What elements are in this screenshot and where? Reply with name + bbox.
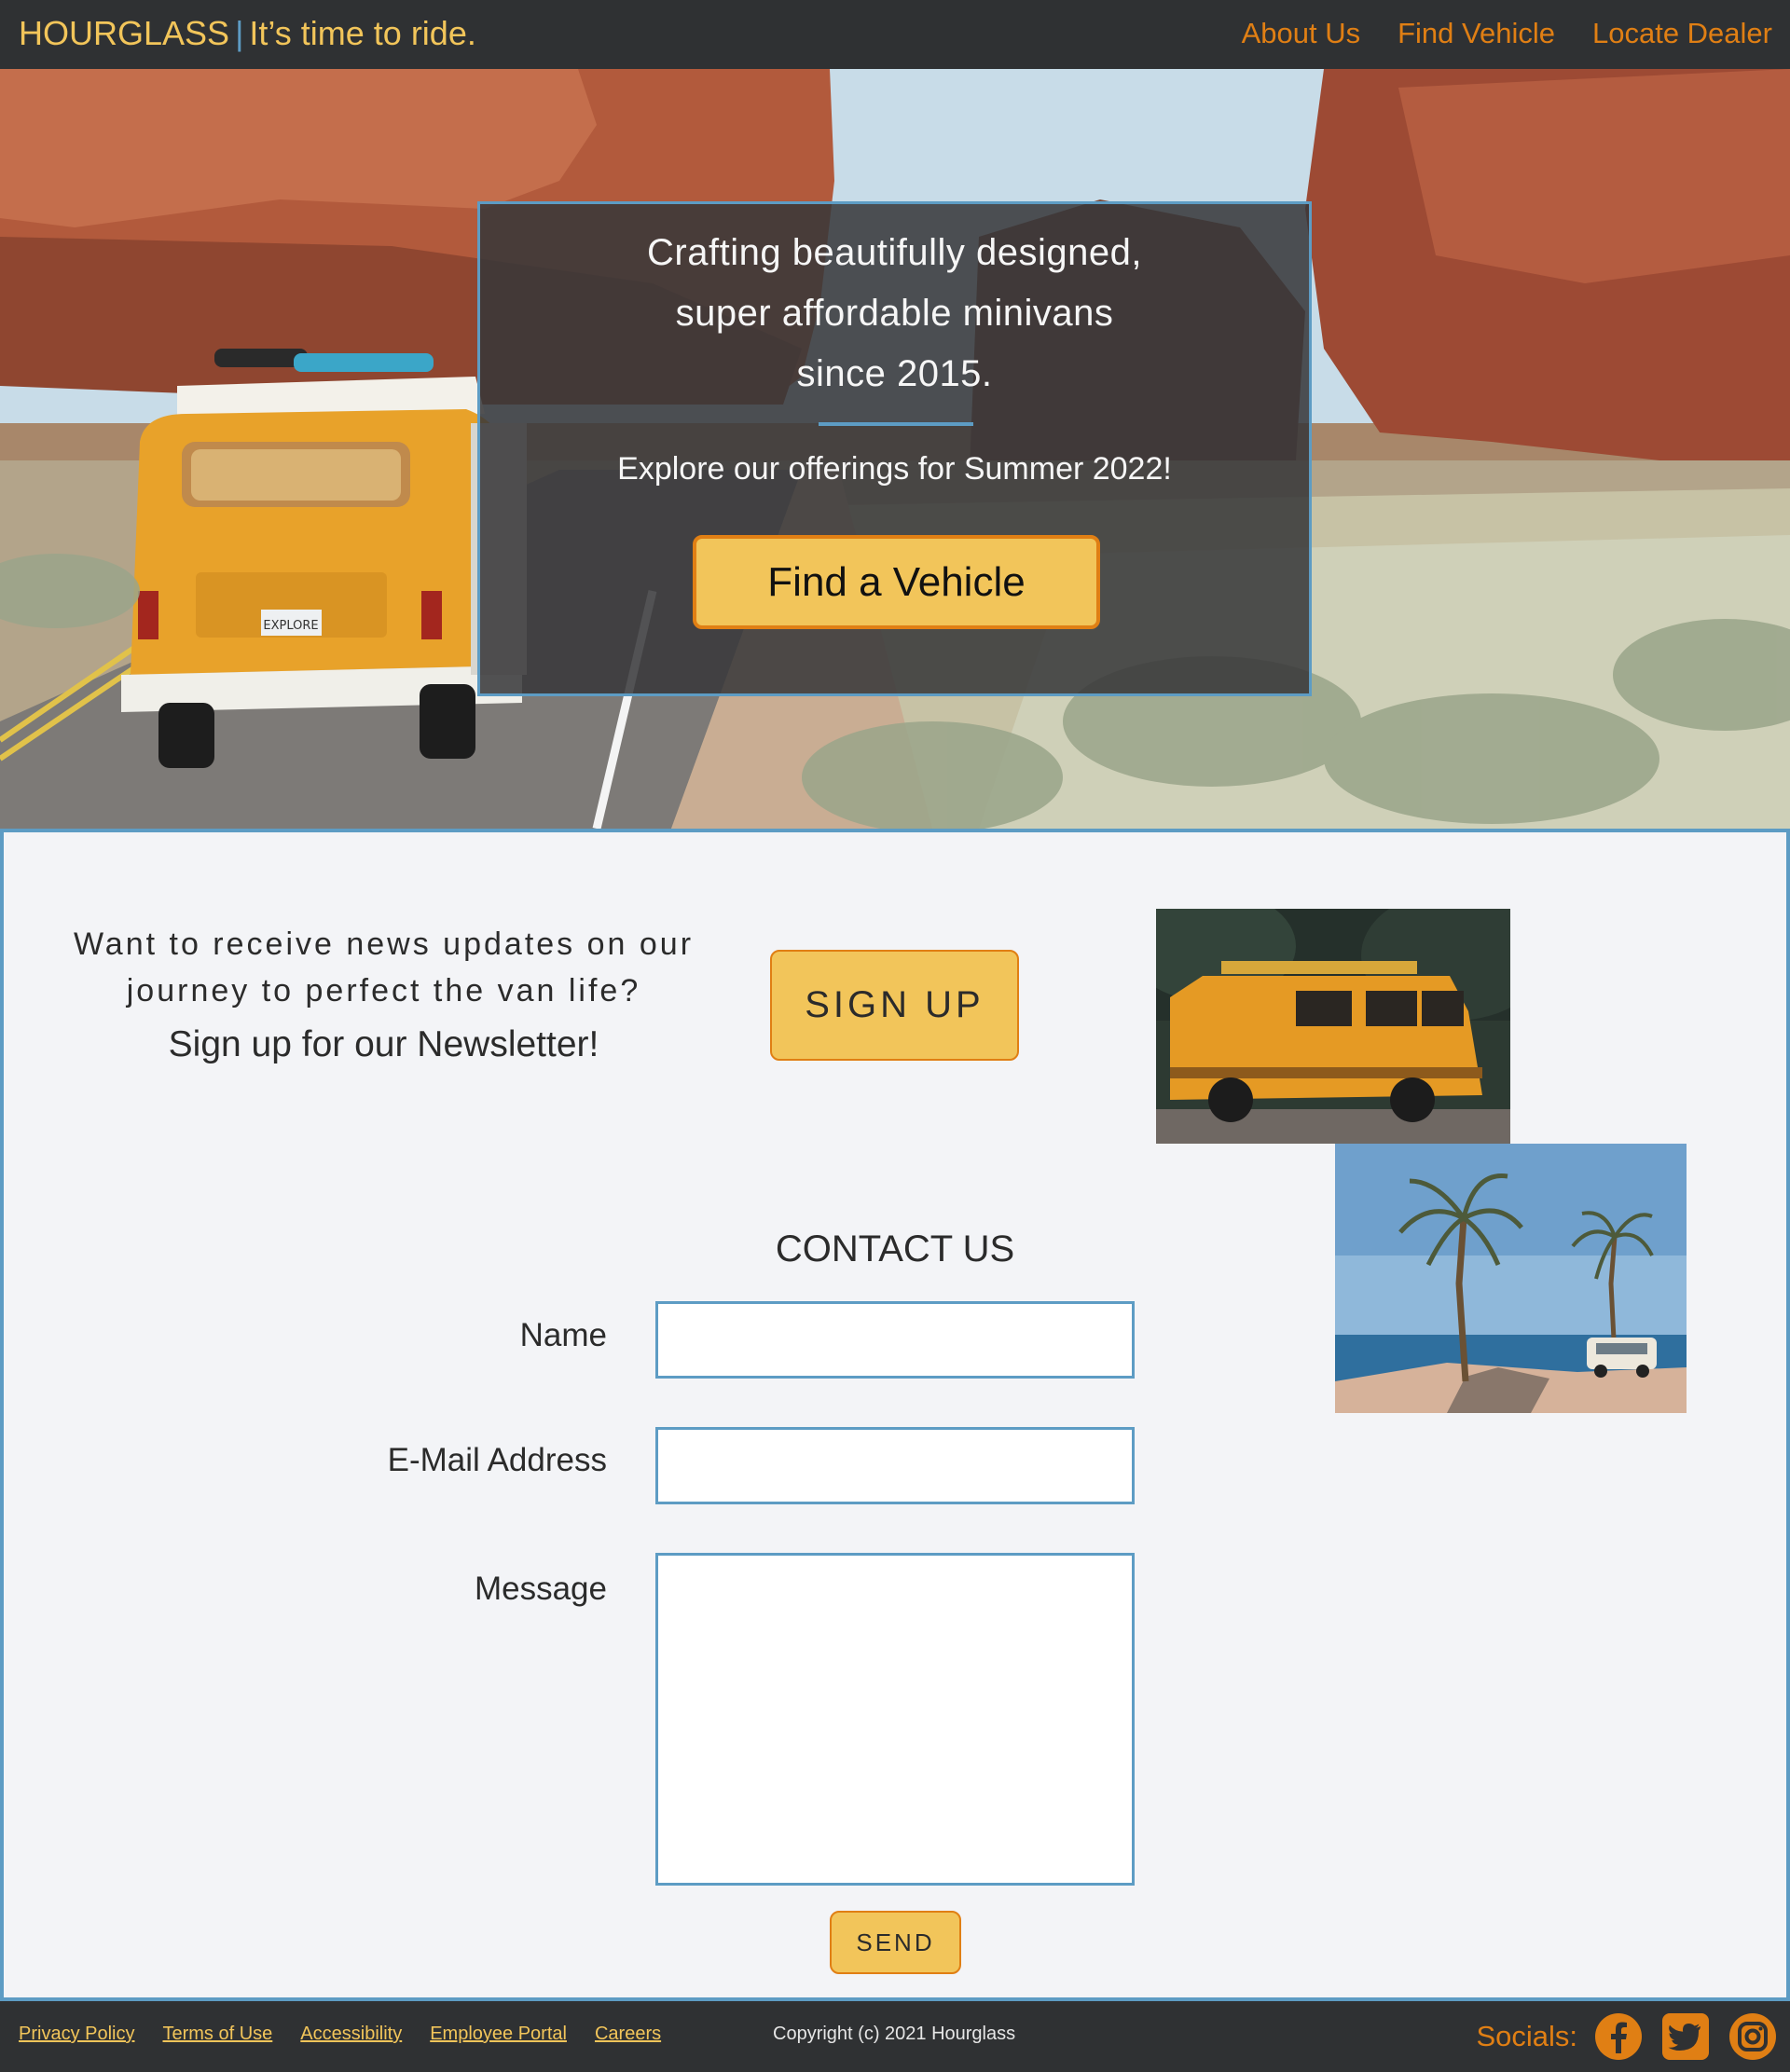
- message-label: Message: [474, 1571, 607, 1607]
- hero-title: Crafting beautifully designed, super aff…: [480, 223, 1309, 405]
- svg-text:EXPLORE: EXPLORE: [263, 619, 318, 633]
- nav-find-vehicle[interactable]: Find Vehicle: [1398, 13, 1555, 54]
- brand[interactable]: HOURGLASS | It’s time to ride.: [19, 13, 476, 54]
- hero-section: EXPLORE Crafting beautifully designed, s…: [0, 69, 1790, 829]
- nav-about-us[interactable]: About Us: [1242, 13, 1361, 54]
- social-links: Socials:: [1476, 2012, 1777, 2061]
- footer-link-employee-portal[interactable]: Employee Portal: [430, 2024, 567, 2045]
- beach-van-photo: [1335, 1144, 1687, 1413]
- twitter-icon[interactable]: [1661, 2012, 1710, 2061]
- newsletter-prompt: Sign up for our Newsletter!: [168, 1024, 599, 1064]
- copyright-text: Copyright (c) 2021 Hourglass: [773, 2024, 1016, 2044]
- brand-name: HOURGLASS: [19, 14, 230, 52]
- footer-link-accessibility[interactable]: Accessibility: [300, 2024, 402, 2045]
- contact-title: CONTACT US: [775, 1228, 1015, 1269]
- signup-button[interactable]: SIGN UP: [770, 950, 1019, 1061]
- footer-link-terms-of-use[interactable]: Terms of Use: [162, 2024, 272, 2045]
- footer-links: Privacy Policy Terms of Use Accessibilit…: [19, 2024, 661, 2045]
- nav-locate-dealer[interactable]: Locate Dealer: [1592, 13, 1772, 54]
- hero-title-line-1: Crafting beautifully designed,: [647, 232, 1142, 273]
- name-input[interactable]: [655, 1301, 1135, 1379]
- brand-separator: |: [235, 14, 244, 52]
- footer: Privacy Policy Terms of Use Accessibilit…: [0, 2001, 1790, 2072]
- name-label: Name: [519, 1317, 607, 1353]
- van-illustration: EXPLORE: [121, 349, 527, 768]
- find-vehicle-button[interactable]: Find a Vehicle: [693, 535, 1100, 629]
- footer-link-careers[interactable]: Careers: [595, 2024, 661, 2045]
- hero-card: Crafting beautifully designed, super aff…: [477, 201, 1312, 696]
- main-nav: About Us Find Vehicle Locate Dealer: [1242, 13, 1772, 54]
- email-label: E-Mail Address: [387, 1442, 607, 1478]
- newsletter-question: Want to receive news updates on our jour…: [73, 926, 695, 1009]
- hero-title-line-2: super affordable minivans: [675, 293, 1114, 334]
- newsletter-text: Want to receive news updates on our jour…: [62, 921, 705, 1073]
- email-input[interactable]: [655, 1427, 1135, 1504]
- hero-title-line-3: since 2015.: [796, 353, 993, 394]
- send-button[interactable]: SEND: [830, 1911, 961, 1974]
- main-content-panel: Want to receive news updates on our jour…: [0, 829, 1790, 2001]
- brand-tagline: It’s time to ride.: [249, 14, 476, 52]
- message-textarea[interactable]: [655, 1553, 1135, 1886]
- footer-link-privacy-policy[interactable]: Privacy Policy: [19, 2024, 134, 2045]
- socials-label: Socials:: [1476, 2020, 1577, 2052]
- hero-divider: [819, 422, 973, 426]
- orange-van-photo: [1156, 909, 1510, 1144]
- top-navigation-bar: HOURGLASS | It’s time to ride. About Us Fi…: [0, 0, 1790, 69]
- hero-subtitle: Explore our offerings for Summer 2022!: [617, 451, 1172, 487]
- facebook-icon[interactable]: [1594, 2012, 1643, 2061]
- instagram-icon[interactable]: [1728, 2012, 1777, 2061]
